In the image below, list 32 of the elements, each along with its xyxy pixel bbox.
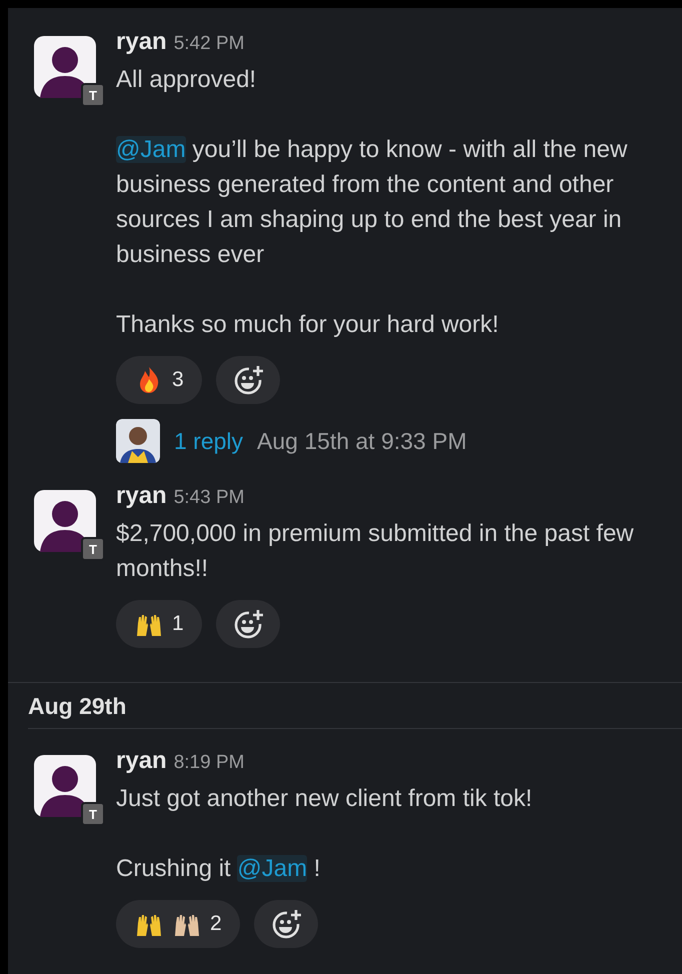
team-badge: T	[81, 83, 105, 107]
team-badge: T	[81, 802, 105, 826]
replies-link[interactable]: 1 reply	[174, 428, 244, 454]
avatar-icon[interactable]	[34, 755, 96, 817]
add-reaction-button[interactable]	[254, 900, 318, 948]
avatar-icon[interactable]	[116, 419, 160, 463]
date-divider: Aug 29th	[27, 693, 126, 721]
reaction-button[interactable]: 1	[116, 600, 202, 648]
avatar-icon[interactable]	[34, 36, 96, 98]
author-name[interactable]: ryan	[116, 747, 167, 775]
add-reaction-button[interactable]	[216, 600, 280, 648]
team-badge: T	[81, 537, 105, 561]
avatar-icon[interactable]	[34, 490, 96, 552]
add-reaction-button[interactable]	[216, 356, 280, 404]
message-time[interactable]: 8:19 PM	[174, 752, 244, 774]
author-name[interactable]: ryan	[116, 28, 167, 56]
add-reaction-icon	[232, 608, 264, 640]
message-text: Thanks so much for your hard work!	[116, 310, 500, 340]
reaction-button[interactable]: 3	[116, 356, 202, 404]
message-text: All approved!	[116, 65, 258, 95]
message-text: @Jam you’ll be happy to know - with all the new business generated from the content and other sources I am shaping up to end the best year in business ever	[116, 135, 628, 270]
message-text: Just got another new client from tik tok!	[116, 784, 534, 814]
message-text: Crushing it @Jam !	[116, 854, 322, 884]
mention-link[interactable]: @Jam	[116, 136, 186, 163]
mention-link[interactable]: @Jam	[237, 855, 308, 882]
reaction-button[interactable]: 2	[116, 900, 240, 948]
message-text: $2,700,000 in premium submitted in the past few months!!	[116, 519, 635, 584]
message-time[interactable]: 5:42 PM	[174, 33, 244, 55]
last-reply-time: Aug 15th at 9:33 PM	[257, 428, 467, 454]
add-reaction-icon	[232, 364, 264, 396]
message-time[interactable]: 5:43 PM	[174, 487, 244, 509]
author-name[interactable]: ryan	[116, 482, 167, 510]
